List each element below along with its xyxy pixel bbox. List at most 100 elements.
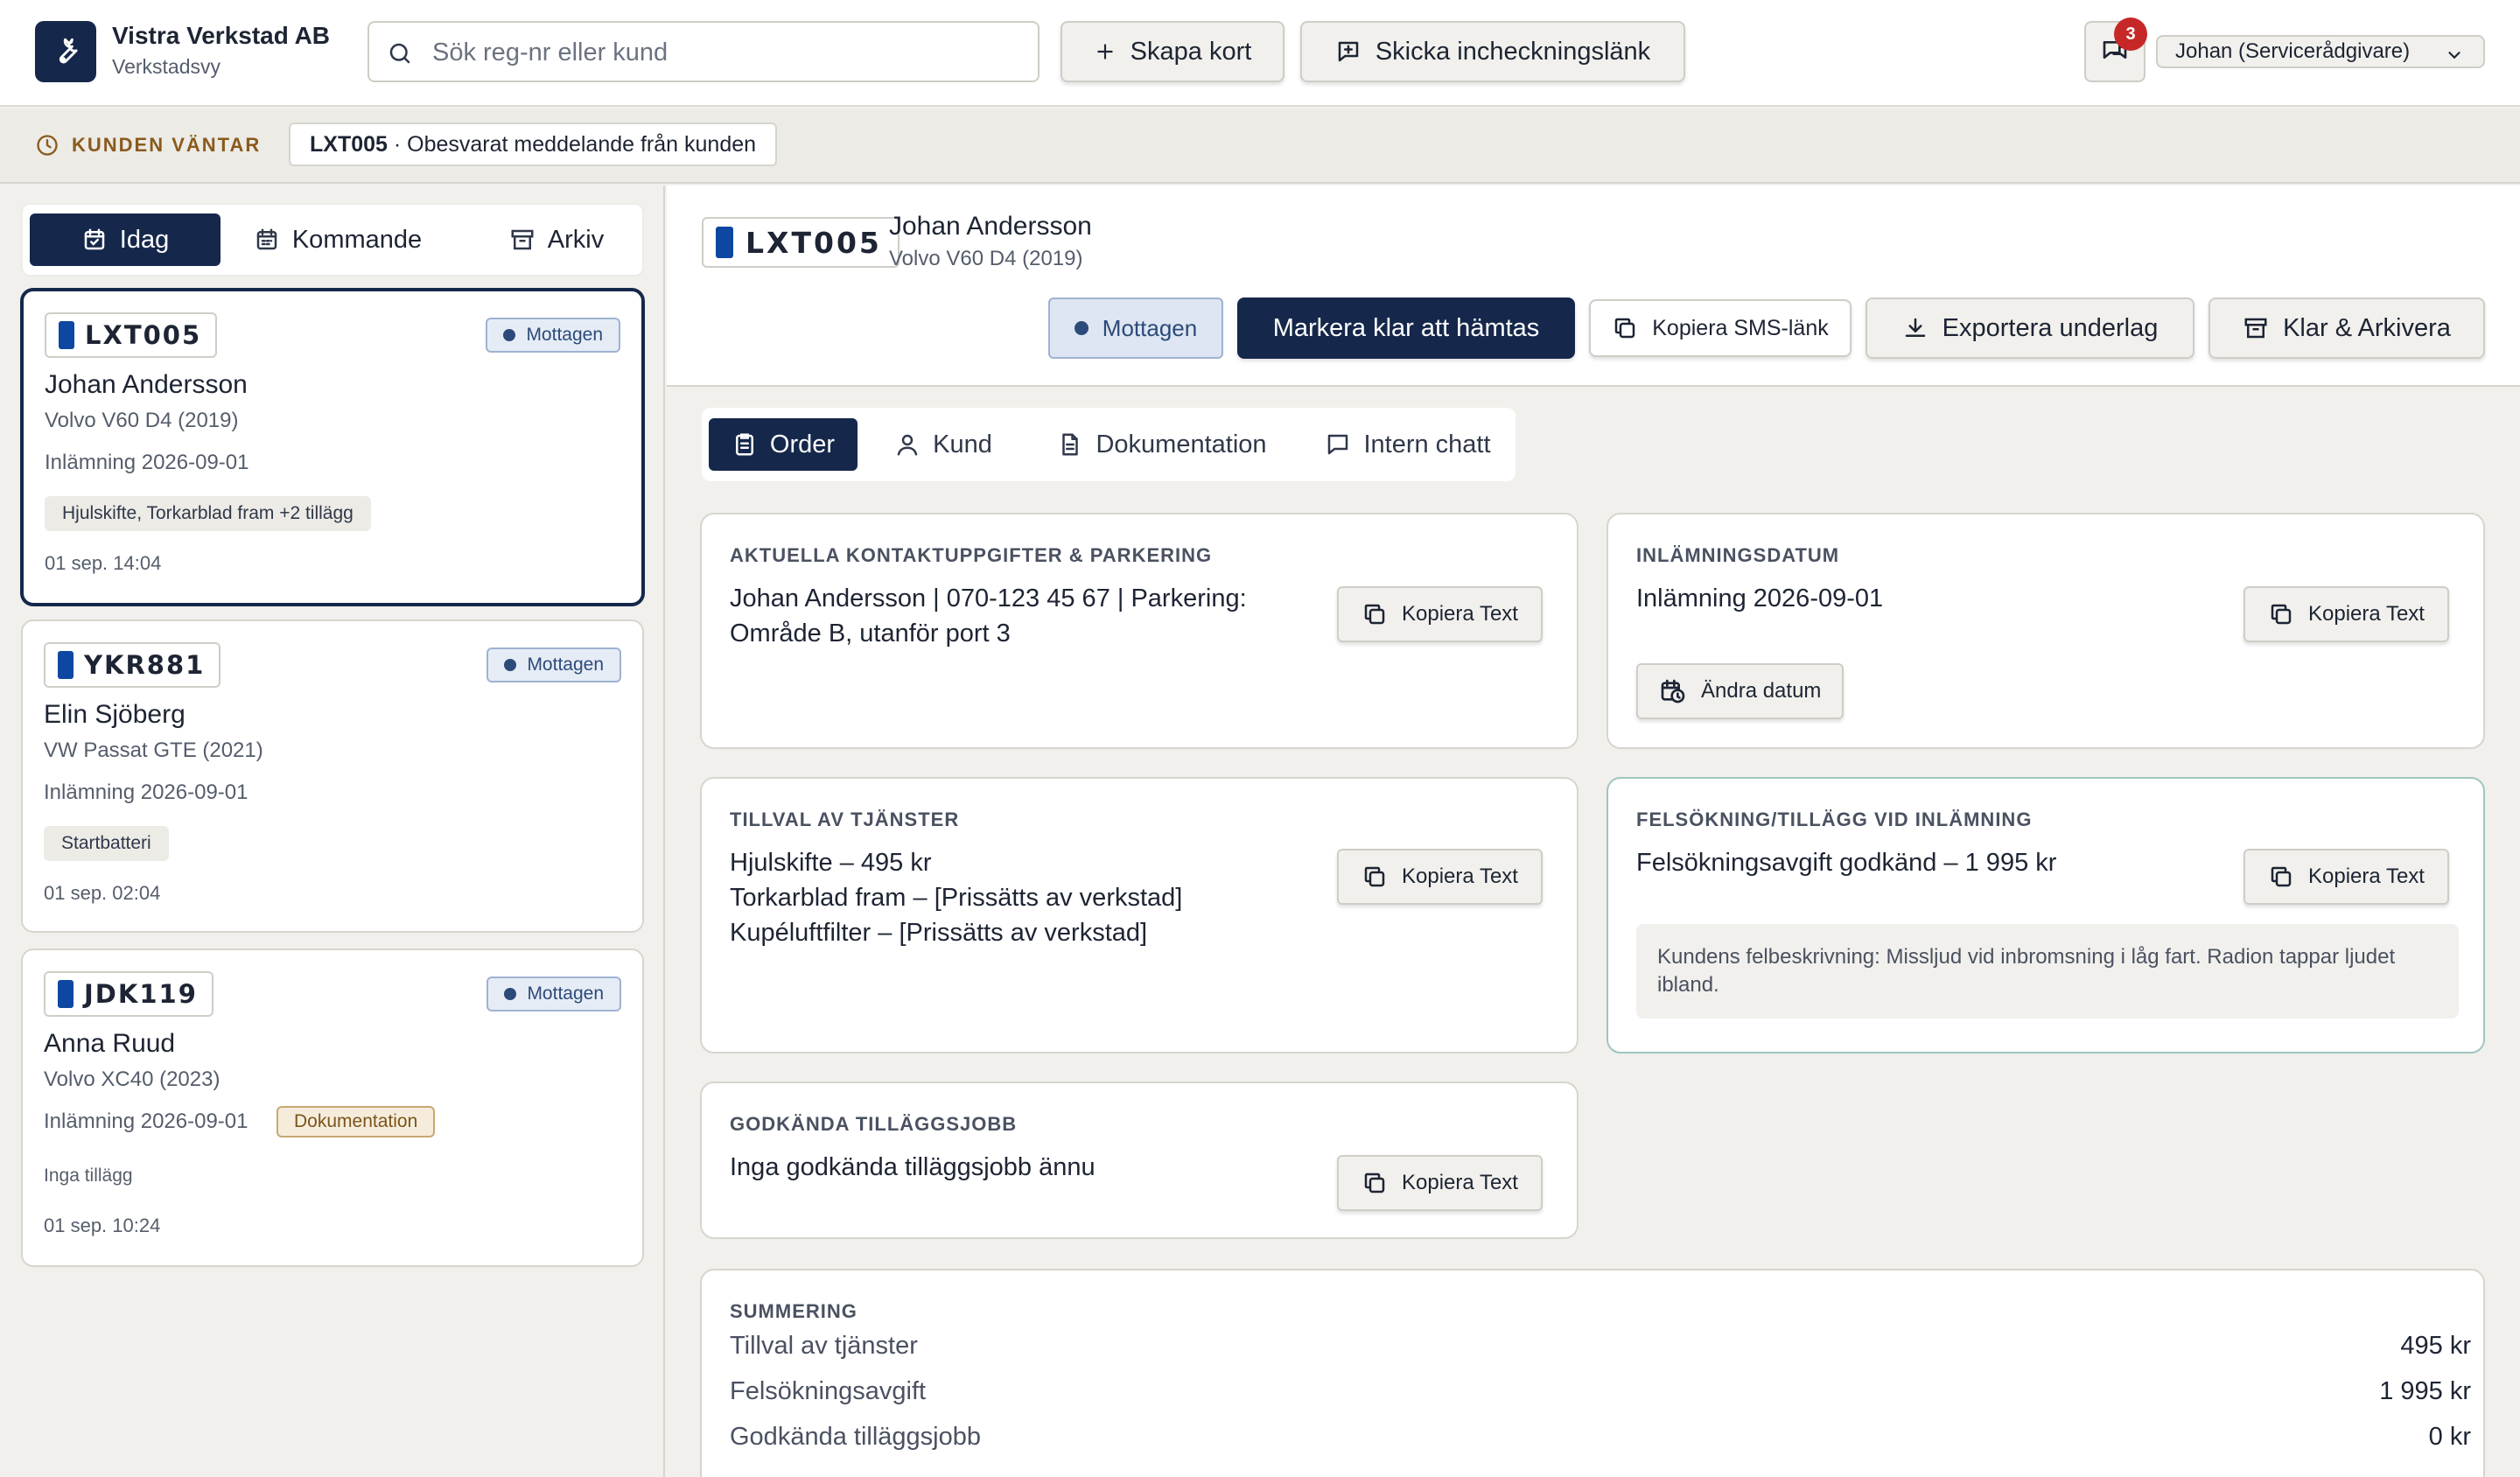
search-icon <box>387 40 413 66</box>
copy-text-label: Kopiera Text <box>2308 602 2425 626</box>
eu-band <box>59 321 74 349</box>
waiting-message-chip[interactable]: LXT005 · Obesvarat meddelande från kunde… <box>289 122 778 166</box>
no-extras-text: Inga tillägg <box>44 1166 133 1186</box>
status-badge: Mottagen <box>486 318 620 353</box>
waiting-message: · Obesvarat meddelande från kunden <box>387 131 757 157</box>
vehicle-card[interactable]: YKR881 Mottagen Elin Sjöberg VW Passat G… <box>21 620 644 933</box>
customer-name: Johan Andersson <box>45 370 248 399</box>
detail-status-badge: Mottagen <box>1048 298 1223 359</box>
tab-archive[interactable]: Arkiv <box>478 214 635 266</box>
car-model: Volvo V60 D4 (2019) <box>45 409 239 432</box>
copy-text-label: Kopiera Text <box>1402 602 1518 626</box>
chevron-down-icon <box>2445 46 2464 65</box>
change-date-button[interactable]: Ändra datum <box>1636 663 1844 719</box>
archive-button[interactable]: Klar & Arkivera <box>2208 298 2485 359</box>
tab-today[interactable]: Idag <box>30 214 220 266</box>
card-timestamp: 01 sep. 02:04 <box>44 882 161 904</box>
summary-label: Tillval av tjänster <box>730 1332 918 1360</box>
tab-today-label: Idag <box>119 225 170 254</box>
mark-ready-button[interactable]: Markera klar att hämtas <box>1237 298 1575 359</box>
license-plate: YKR881 <box>44 642 221 688</box>
status-badge: Mottagen <box>486 976 621 1012</box>
chat-icon <box>1325 431 1351 458</box>
content-tabs: Order Kund Dokumentation Intern chatt <box>702 408 1516 481</box>
diagnostics-panel: FELSÖKNING/TILLÄGG VID INLÄMNING Felsökn… <box>1606 777 2485 1054</box>
service-item: Hjulskifte – 495 kr <box>730 849 932 877</box>
vehicle-card[interactable]: JDK119 Mottagen Anna Ruud Volvo XC40 (20… <box>21 948 644 1267</box>
copy-text-label: Kopiera Text <box>1402 1171 1518 1194</box>
copy-text-button[interactable]: Kopiera Text <box>1337 849 1543 905</box>
calendar-clock-icon <box>1659 677 1687 705</box>
export-button[interactable]: Exportera underlag <box>1866 298 2194 359</box>
change-date-label: Ändra datum <box>1701 679 1822 703</box>
copy-text-button[interactable]: Kopiera Text <box>2244 849 2449 905</box>
car-model: VW Passat GTE (2021) <box>44 738 263 762</box>
archive-icon <box>509 227 536 253</box>
copy-sms-link-button[interactable]: Kopiera SMS-länk <box>1589 299 1852 357</box>
export-label: Exportera underlag <box>1942 313 2159 342</box>
tab-customer[interactable]: Kund <box>873 418 1013 471</box>
vehicle-card-selected[interactable]: LXT005 Mottagen Johan Andersson Volvo V6… <box>21 289 644 606</box>
eu-band <box>58 980 74 1008</box>
copy-icon <box>1362 601 1388 627</box>
plate-text: YKR881 <box>84 650 206 680</box>
customer-waiting-text: KUNDEN VÄNTAR <box>72 134 262 156</box>
summary-panel: SUMMERING Tillval av tjänster 495 kr Fel… <box>700 1269 2485 1477</box>
top-header: Vistra Verkstad AB Verkstadsvy Skapa kor… <box>0 0 2520 107</box>
approved-jobs-value: Inga godkända tilläggsjobb ännu <box>730 1153 1096 1181</box>
dropoff-date-panel: INLÄMNINGSDATUM Inlämning 2026-09-01 Kop… <box>1606 513 2485 749</box>
vehicle-list-sidebar: Idag Kommande Arkiv LXT005 Mottagen Joha… <box>0 186 665 1477</box>
license-plate: JDK119 <box>44 971 214 1017</box>
eu-band <box>58 651 74 679</box>
clock-icon <box>35 133 60 158</box>
license-plate: LXT005 <box>45 312 218 358</box>
card-timestamp: 01 sep. 10:24 <box>44 1214 161 1236</box>
tab-internal-chat-label: Intern chatt <box>1363 430 1491 458</box>
user-icon <box>894 431 920 458</box>
summary-label: Godkända tilläggsjobb <box>730 1423 981 1451</box>
copy-text-button[interactable]: Kopiera Text <box>1337 586 1543 642</box>
archive-icon <box>2243 315 2269 341</box>
search-input[interactable] <box>432 33 1027 72</box>
services-panel: TILLVAL AV TJÄNSTER Hjulskifte – 495 kr … <box>700 777 1578 1054</box>
plate-text: JDK119 <box>84 979 198 1009</box>
download-icon <box>1902 315 1928 341</box>
status-badge: Mottagen <box>486 648 621 682</box>
dropoff-date: Inlämning 2026-09-01 <box>45 451 249 474</box>
contact-info: Johan Andersson | 070-123 45 67 | Parker… <box>730 581 1247 651</box>
clipboard-icon <box>732 431 758 458</box>
customer-name: Anna Ruud <box>44 1029 176 1058</box>
calendar-check-icon <box>81 227 108 253</box>
copy-icon <box>1362 1170 1388 1196</box>
parking-line: Område B, utanför port 3 <box>730 620 1011 648</box>
tab-documentation[interactable]: Dokumentation <box>1031 418 1293 471</box>
diagnostics-value: Felsökningsavgift godkänd – 1 995 kr <box>1636 849 2057 877</box>
send-checkin-label: Skicka incheckningslänk <box>1375 37 1651 66</box>
summary-row: Tillval av tjänster 495 kr <box>730 1332 2471 1361</box>
sidebar-tabs: Idag Kommande Arkiv <box>21 203 644 276</box>
tab-archive-label: Arkiv <box>547 225 605 254</box>
contact-panel-title: AKTUELLA KONTAKTUPPGIFTER & PARKERING <box>730 544 1213 566</box>
copy-text-button[interactable]: Kopiera Text <box>1337 1155 1543 1211</box>
create-card-button[interactable]: Skapa kort <box>1060 21 1284 82</box>
tab-internal-chat[interactable]: Intern chatt <box>1309 418 1507 471</box>
user-menu-dropdown[interactable]: Johan (Servicerådgivare) <box>2156 35 2485 68</box>
summary-label: Felsökningsavgift <box>730 1377 927 1405</box>
tab-upcoming[interactable]: Kommande <box>233 214 443 266</box>
car-model: Volvo XC40 (2023) <box>44 1068 220 1091</box>
customer-waiting-bar: KUNDEN VÄNTAR LXT005 · Obesvarat meddela… <box>0 108 2520 184</box>
send-checkin-link-button[interactable]: Skicka incheckningslänk <box>1300 21 1685 82</box>
summary-value: 1 995 kr <box>2379 1377 2471 1405</box>
summary-title: SUMMERING <box>730 1300 858 1322</box>
document-icon <box>1057 431 1083 458</box>
summary-value: 0 kr <box>2428 1423 2471 1451</box>
tab-order[interactable]: Order <box>709 418 858 471</box>
detail-customer-name: Johan Andersson <box>889 212 1092 241</box>
detail-status-text: Mottagen <box>1102 314 1198 341</box>
contact-line: Johan Andersson | 070-123 45 67 | Parker… <box>730 584 1247 612</box>
service-item: Torkarblad fram – [Prissätts av verkstad… <box>730 884 1183 912</box>
detail-header: LXT005 Johan Andersson Volvo V60 D4 (201… <box>667 186 2520 387</box>
copy-icon <box>1612 315 1638 341</box>
archive-label: Klar & Arkivera <box>2283 313 2451 342</box>
copy-text-button[interactable]: Kopiera Text <box>2244 586 2449 642</box>
